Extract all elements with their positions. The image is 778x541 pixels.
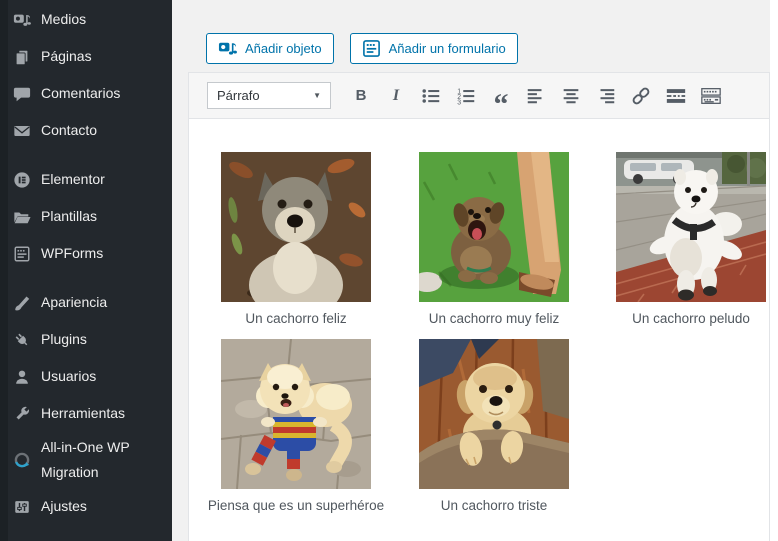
sidebar-item-usuarios[interactable]: Usuarios bbox=[0, 358, 172, 395]
gallery-figure-happy-puppy: Un cachorro feliz bbox=[221, 152, 371, 326]
mail-icon bbox=[12, 121, 32, 141]
gallery-figure-fluffy-dog: Un cachorro peludo bbox=[616, 152, 766, 326]
settings-icon bbox=[12, 497, 32, 517]
wrench-icon bbox=[12, 404, 32, 424]
add-form-button-label: Añadir un formulario bbox=[389, 41, 506, 56]
align-right-icon bbox=[595, 85, 617, 107]
sidebar-item-herramientas[interactable]: Herramientas bbox=[0, 395, 172, 432]
admin-sidebar: Medios Páginas Comentarios Contacto bbox=[0, 0, 172, 541]
numbered-list-button[interactable]: 123 bbox=[453, 83, 479, 109]
bold-button[interactable]: B bbox=[348, 83, 374, 109]
comments-icon bbox=[12, 84, 32, 104]
paragraph-format-select[interactable]: Párrafo ▼ bbox=[207, 82, 331, 109]
sidebar-item-label: Plugins bbox=[41, 327, 87, 352]
sidebar-item-ajustes[interactable]: Ajustes bbox=[0, 488, 172, 525]
bulleted-list-button[interactable] bbox=[418, 83, 444, 109]
read-more-button[interactable] bbox=[663, 83, 689, 109]
plug-icon bbox=[12, 330, 32, 350]
add-media-button[interactable]: Añadir objeto bbox=[206, 33, 334, 64]
sidebar-item-label: Herramientas bbox=[41, 401, 125, 426]
bold-icon: B bbox=[356, 87, 367, 104]
form-icon bbox=[12, 244, 32, 264]
media-icon bbox=[12, 10, 32, 30]
bulleted-list-icon bbox=[420, 85, 442, 107]
align-center-icon bbox=[560, 85, 582, 107]
dog-photo-very-happy-puppy[interactable] bbox=[419, 152, 569, 302]
sidebar-item-plantillas[interactable]: Plantillas bbox=[0, 198, 172, 235]
sidebar-item-plugins[interactable]: Plugins bbox=[0, 321, 172, 358]
sidebar-item-elementor[interactable]: Elementor bbox=[0, 161, 172, 198]
chevron-down-icon: ▼ bbox=[313, 91, 321, 100]
sidebar-item-label: Apariencia bbox=[41, 290, 107, 315]
image-caption[interactable]: Un cachorro feliz bbox=[221, 311, 371, 326]
gallery-figure-superhero-dog: Piensa que es un superhéroe bbox=[221, 339, 371, 513]
italic-icon: I bbox=[393, 87, 399, 105]
blockquote-button[interactable]: “ bbox=[488, 83, 514, 109]
align-left-icon bbox=[525, 85, 547, 107]
folder-icon bbox=[12, 207, 32, 227]
sidebar-item-label: Comentarios bbox=[41, 81, 120, 106]
italic-button[interactable]: I bbox=[383, 83, 409, 109]
insert-link-button[interactable] bbox=[628, 83, 654, 109]
sidebar-item-label: Páginas bbox=[41, 44, 92, 69]
sidebar-item-apariencia[interactable]: Apariencia bbox=[0, 284, 172, 321]
add-form-icon bbox=[362, 39, 381, 58]
format-select-value: Párrafo bbox=[217, 88, 260, 103]
dog-photo-fluffy-dog[interactable] bbox=[616, 152, 766, 302]
link-icon bbox=[630, 85, 652, 107]
sidebar-item-label: Ajustes bbox=[41, 494, 87, 519]
sidebar-item-wpforms[interactable]: WPForms bbox=[0, 235, 172, 272]
sidebar-item-comentarios[interactable]: Comentarios bbox=[0, 75, 172, 112]
gallery-figure-sad-puppy: Un cachorro triste bbox=[419, 339, 569, 513]
sidebar-item-label: Plantillas bbox=[41, 204, 97, 229]
visual-editor: Párrafo ▼ B I 123 “ bbox=[188, 72, 770, 541]
sidebar-item-label: All-in-One WP Migration bbox=[41, 435, 172, 485]
gallery-figure-very-happy-puppy: Un cachorro muy feliz bbox=[419, 152, 569, 326]
read-more-icon bbox=[665, 85, 687, 107]
sidebar-item-label: Contacto bbox=[41, 118, 97, 143]
sidebar-item-contacto[interactable]: Contacto bbox=[0, 112, 172, 149]
sidebar-separator bbox=[0, 272, 172, 284]
scrollbar-track[interactable] bbox=[770, 0, 778, 541]
dog-photo-superhero-dog[interactable] bbox=[221, 339, 371, 489]
sidebar-item-all-in-one-wp-migration[interactable]: All-in-One WP Migration bbox=[0, 432, 172, 488]
numbered-list-icon: 123 bbox=[455, 85, 477, 107]
svg-text:3: 3 bbox=[457, 99, 461, 106]
image-caption[interactable]: Piensa que es un superhéroe bbox=[221, 498, 371, 513]
sidebar-item-label: Elementor bbox=[41, 167, 105, 192]
sidebar-item-paginas[interactable]: Páginas bbox=[0, 38, 172, 75]
image-caption[interactable]: Un cachorro peludo bbox=[616, 311, 766, 326]
align-center-button[interactable] bbox=[558, 83, 584, 109]
media-buttons-row: Añadir objeto Añadir un formulario bbox=[206, 33, 518, 64]
sidebar-item-label: Medios bbox=[41, 7, 86, 32]
sidebar-item-label: Usuarios bbox=[41, 364, 96, 389]
add-media-button-label: Añadir objeto bbox=[245, 41, 322, 56]
editor-toolbar: Párrafo ▼ B I 123 “ bbox=[189, 73, 769, 119]
brush-icon bbox=[12, 293, 32, 313]
user-icon bbox=[12, 367, 32, 387]
sidebar-separator bbox=[0, 149, 172, 161]
admin-content-area: Añadir objeto Añadir un formulario Párra… bbox=[172, 0, 778, 541]
add-media-icon bbox=[218, 39, 237, 58]
migration-icon bbox=[12, 450, 32, 470]
dog-photo-sad-puppy[interactable] bbox=[419, 339, 569, 489]
align-right-button[interactable] bbox=[593, 83, 619, 109]
sidebar-item-medios[interactable]: Medios bbox=[0, 1, 172, 38]
align-left-button[interactable] bbox=[523, 83, 549, 109]
toolbar-toggle-button[interactable] bbox=[698, 83, 724, 109]
image-caption[interactable]: Un cachorro muy feliz bbox=[419, 311, 569, 326]
add-form-button[interactable]: Añadir un formulario bbox=[350, 33, 518, 64]
sidebar-item-label: WPForms bbox=[41, 241, 103, 266]
elementor-icon bbox=[12, 170, 32, 190]
dog-photo-happy-puppy[interactable] bbox=[221, 152, 371, 302]
toolbar-toggle-icon bbox=[700, 85, 722, 107]
editor-body[interactable]: Un cachorro feliz bbox=[189, 119, 769, 541]
image-caption[interactable]: Un cachorro triste bbox=[419, 498, 569, 513]
pages-icon bbox=[12, 47, 32, 67]
